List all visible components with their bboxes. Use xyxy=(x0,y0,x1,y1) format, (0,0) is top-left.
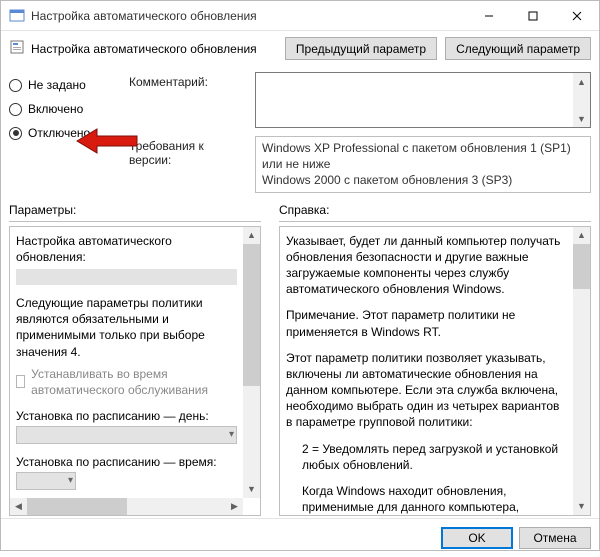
help-paragraph: Этот параметр политики позволяет указыва… xyxy=(286,350,567,431)
policy-icon xyxy=(9,39,25,58)
radio-icon xyxy=(9,79,22,92)
supported-on-label: Требования к версии: xyxy=(129,136,247,167)
scroll-left-icon[interactable]: ◀ xyxy=(10,498,27,515)
radio-disabled[interactable]: Отключено xyxy=(9,126,119,140)
help-paragraph: Примечание. Этот параметр политики не пр… xyxy=(286,307,567,339)
scrollbar-vertical[interactable]: ▲ ▼ xyxy=(243,227,260,498)
subheader: Настройка автоматического обновления Пре… xyxy=(1,31,599,66)
radio-icon xyxy=(9,127,22,140)
scrollbar-vertical[interactable]: ▲ ▼ xyxy=(573,227,590,515)
state-section: Не задано Включено Отключено Комментарий… xyxy=(1,66,599,199)
scroll-up-icon[interactable]: ▲ xyxy=(573,227,590,244)
options-note: Следующие параметры политики являются об… xyxy=(16,295,237,360)
comment-textarea[interactable]: ▲ ▼ xyxy=(255,72,591,128)
cancel-button[interactable]: Отмена xyxy=(519,527,591,549)
policy-subtitle: Настройка автоматического обновления xyxy=(31,42,257,56)
scroll-up-icon[interactable]: ▲ xyxy=(573,73,590,90)
maintenance-checkbox[interactable]: Устанавливать во время автоматического о… xyxy=(16,366,237,398)
help-panel: Указывает, будет ли данный компьютер пол… xyxy=(279,226,591,516)
help-paragraph: 2 = Уведомлять перед загрузкой и установ… xyxy=(286,441,567,473)
scroll-track[interactable] xyxy=(573,244,590,498)
window-title: Настройка автоматического обновления xyxy=(31,9,467,23)
scroll-down-icon[interactable]: ▼ xyxy=(573,498,590,515)
app-icon xyxy=(9,8,25,24)
radio-label: Включено xyxy=(28,102,83,116)
next-setting-button[interactable]: Следующий параметр xyxy=(445,37,591,60)
options-panel: Настройка автоматического обновления: Сл… xyxy=(9,226,261,516)
fields: Комментарий: ▲ ▼ Требования к версии: Wi… xyxy=(129,72,591,193)
supported-line: Windows 2000 с пакетом обновления 3 (SP3… xyxy=(262,172,584,188)
radio-enabled[interactable]: Включено xyxy=(9,102,119,116)
policy-editor-window: Настройка автоматического обновления Нас… xyxy=(0,0,600,551)
scroll-up-icon[interactable]: ▲ xyxy=(243,227,260,244)
help-paragraph: Указывает, будет ли данный компьютер пол… xyxy=(286,233,567,298)
scrollbar-horizontal[interactable]: ◀ ▶ xyxy=(10,498,243,515)
chevron-down-icon: ▾ xyxy=(229,428,234,442)
radio-label: Не задано xyxy=(28,78,86,92)
radio-icon xyxy=(9,103,22,116)
panels: Параметры: Настройка автоматического обн… xyxy=(1,199,599,518)
schedule-time-dropdown[interactable]: ▾ xyxy=(16,472,76,490)
schedule-time-label: Установка по расписанию — время: ▾ xyxy=(16,454,237,497)
checkbox-icon xyxy=(16,375,25,388)
options-heading: Параметры: xyxy=(9,201,261,222)
window-controls xyxy=(467,1,599,31)
state-radios: Не задано Включено Отключено xyxy=(9,72,119,193)
schedule-day-label: Установка по расписанию — день: xyxy=(16,408,237,424)
scroll-track[interactable] xyxy=(573,90,590,110)
scrollbar-vertical[interactable]: ▲ ▼ xyxy=(573,73,590,127)
supported-on-text: Windows XP Professional с пакетом обновл… xyxy=(255,136,591,193)
scroll-down-icon[interactable]: ▼ xyxy=(573,110,590,127)
configure-au-dropdown[interactable] xyxy=(16,269,237,285)
previous-setting-button[interactable]: Предыдущий параметр xyxy=(285,37,437,60)
configure-au-label: Настройка автоматического обновления: xyxy=(16,233,237,265)
scroll-down-icon[interactable]: ▼ xyxy=(243,481,260,498)
radio-not-configured[interactable]: Не задано xyxy=(9,78,119,92)
supported-line: Windows XP Professional с пакетом обновл… xyxy=(262,140,584,172)
titlebar: Настройка автоматического обновления xyxy=(1,1,599,31)
comment-label: Комментарий: xyxy=(129,72,247,89)
scroll-track[interactable] xyxy=(243,244,260,481)
schedule-day-dropdown[interactable]: ▾ xyxy=(16,426,237,444)
chevron-down-icon: ▾ xyxy=(68,474,73,488)
scroll-right-icon[interactable]: ▶ xyxy=(226,498,243,515)
close-button[interactable] xyxy=(555,1,599,31)
checkbox-label: Устанавливать во время автоматического о… xyxy=(31,366,237,398)
radio-label: Отключено xyxy=(28,126,90,140)
scroll-track[interactable] xyxy=(27,498,226,515)
minimize-button[interactable] xyxy=(467,1,511,31)
ok-button[interactable]: OK xyxy=(441,527,513,549)
help-heading: Справка: xyxy=(279,201,591,222)
maximize-button[interactable] xyxy=(511,1,555,31)
help-paragraph: Когда Windows находит обновления, примен… xyxy=(286,483,567,515)
